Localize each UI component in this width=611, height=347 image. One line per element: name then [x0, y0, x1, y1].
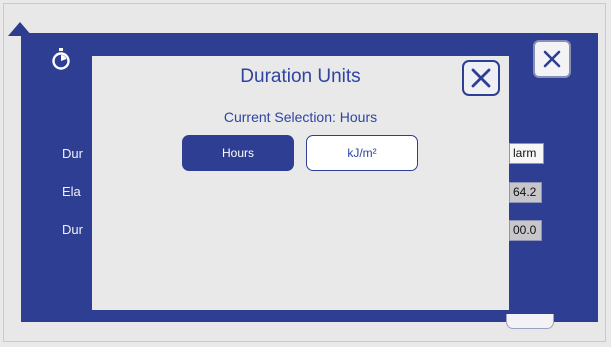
background-label-elapsed: Ela [62, 184, 81, 199]
dialog-close-button[interactable] [462, 60, 500, 96]
dialog-title: Duration Units [240, 66, 361, 87]
close-icon [543, 50, 561, 68]
duration-units-dialog: Duration Units Current Selection: Hours … [92, 56, 509, 310]
background-alarm-field[interactable]: larm [509, 143, 544, 164]
background-label-duration: Dur [62, 146, 83, 161]
background-label-duration-2: Dur [62, 222, 83, 237]
stopwatch-icon [51, 48, 71, 70]
bottom-tab[interactable] [506, 314, 554, 329]
close-icon [471, 68, 491, 88]
background-close-button[interactable] [533, 40, 571, 78]
background-duration-value: 00.0 [509, 220, 542, 241]
kj-per-m2-option-button[interactable]: kJ/m² [306, 135, 418, 171]
background-elapsed-value: 64.2 [509, 182, 542, 203]
hours-option-button[interactable]: Hours [182, 135, 294, 171]
current-selection-label: Current Selection: Hours [223, 109, 378, 125]
